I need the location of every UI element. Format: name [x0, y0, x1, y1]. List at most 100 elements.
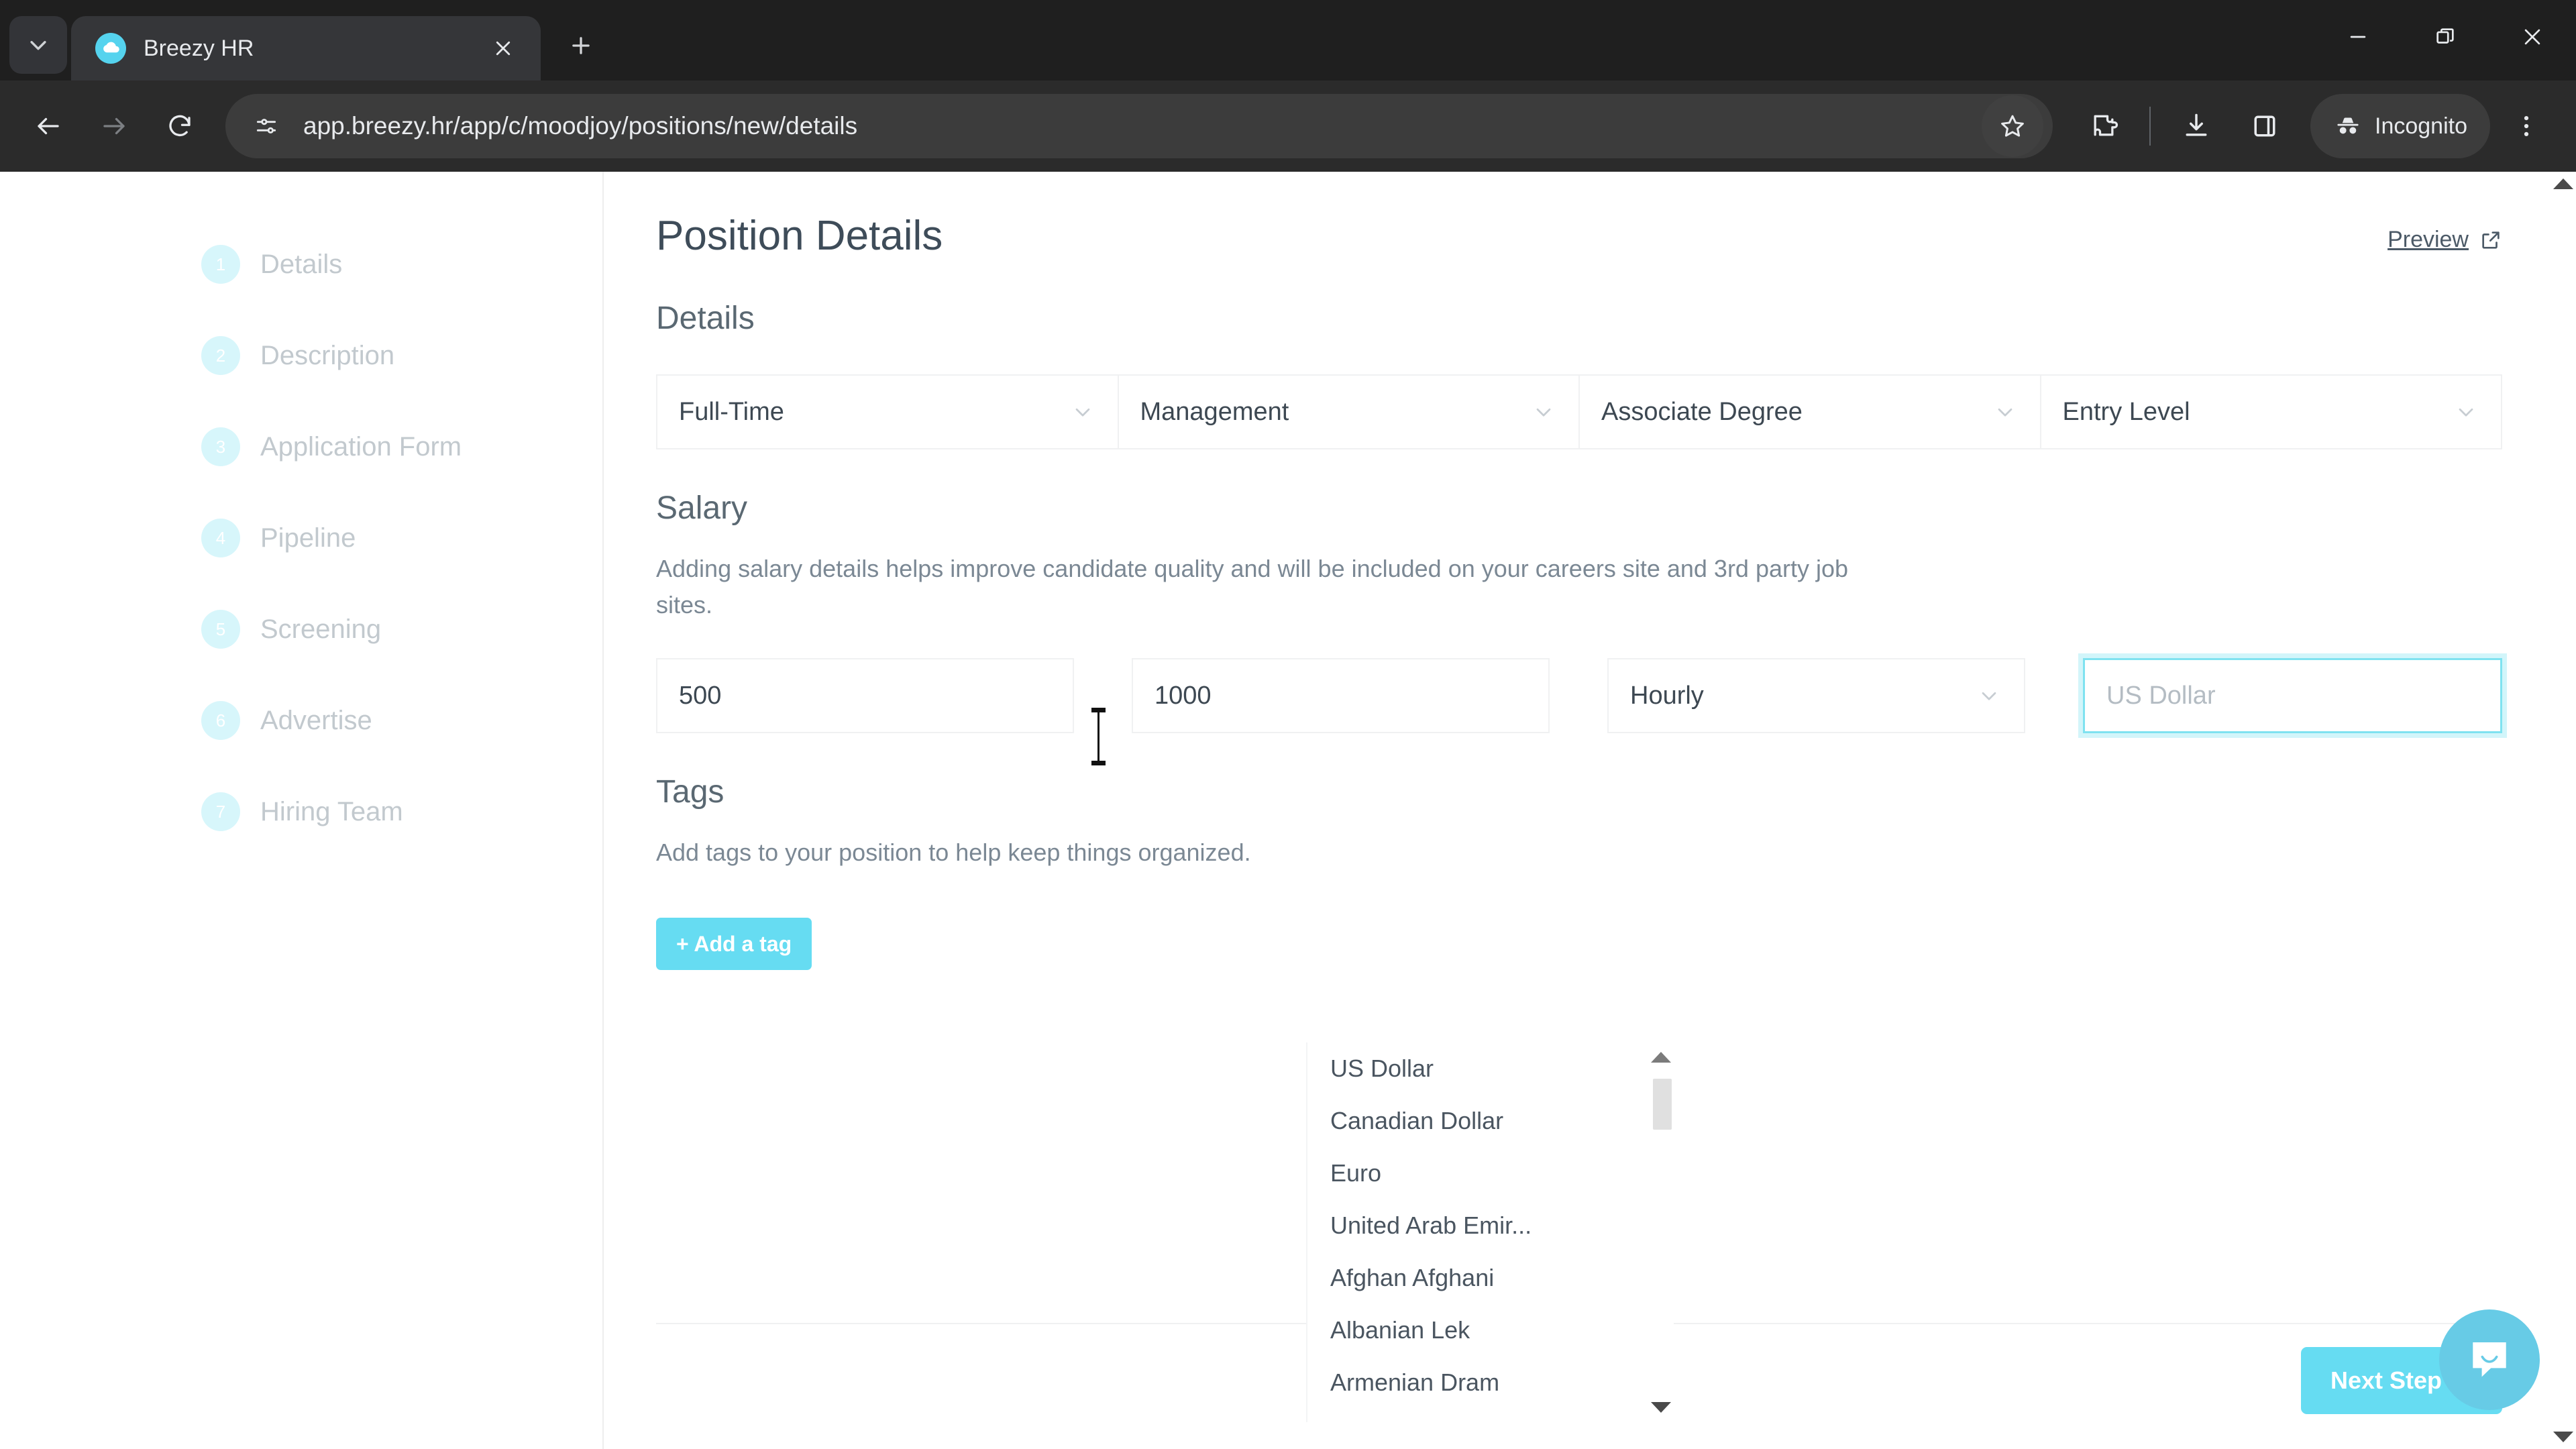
tab-search-button[interactable] [9, 16, 67, 74]
salary-description: Adding salary details helps improve cand… [656, 555, 1849, 619]
bookmark-button[interactable] [1982, 95, 2043, 157]
side-panel-button[interactable] [2233, 94, 2297, 158]
forward-button[interactable] [83, 95, 145, 157]
salary-min-value: 500 [679, 681, 722, 710]
browser-menu-button[interactable] [2494, 94, 2559, 158]
step-label: Details [260, 249, 343, 279]
dropdown-option[interactable]: Argentine Peso [1307, 1409, 1674, 1422]
back-button[interactable] [17, 95, 79, 157]
sidebar-item-advertise[interactable]: 6 Advertise [201, 675, 602, 766]
step-number: 1 [201, 245, 240, 284]
chat-widget-button[interactable] [2439, 1309, 2540, 1410]
downloads-button[interactable] [2164, 94, 2229, 158]
url-text: app.breezy.hr/app/c/moodjoy/positions/ne… [303, 112, 858, 140]
dropdown-option[interactable]: Afghan Afghani [1307, 1252, 1674, 1304]
dropdown-option[interactable]: United Arab Emir... [1307, 1199, 1674, 1252]
text-cursor [1091, 708, 1106, 765]
chevron-down-icon [1998, 408, 2012, 417]
window-restore-button[interactable] [2402, 0, 2489, 74]
tune-icon [256, 119, 276, 133]
sidebar-item-hiring-team[interactable]: 7 Hiring Team [201, 766, 602, 857]
scroll-up-icon[interactable] [2553, 178, 2573, 189]
extensions-button[interactable] [2072, 94, 2136, 158]
page-scrollbar[interactable] [2551, 172, 2576, 1449]
close-icon [496, 41, 511, 56]
step-label: Application Form [260, 431, 462, 462]
select-value: Full-Time [679, 397, 784, 426]
scroll-down-icon[interactable] [1651, 1402, 1671, 1413]
site-info-button[interactable] [246, 105, 287, 147]
new-tab-button[interactable] [555, 20, 606, 71]
sidebar-item-description[interactable]: 2 Description [201, 310, 602, 401]
add-tag-button[interactable]: + Add a tag [656, 918, 812, 970]
step-label: Advertise [260, 705, 372, 735]
education-select[interactable]: Associate Degree [1578, 374, 2040, 449]
window-close-button[interactable] [2489, 0, 2576, 74]
details-heading: Details [656, 301, 755, 336]
browser-toolbar: app.breezy.hr/app/c/moodjoy/positions/ne… [0, 80, 2576, 172]
tags-heading: Tags [656, 774, 724, 810]
sidebar-item-details[interactable]: 1 Details [201, 219, 602, 310]
star-icon [2001, 115, 2024, 137]
chevron-down-icon [1982, 692, 1996, 700]
select-value: Associate Degree [1601, 397, 1803, 426]
preview-link[interactable]: Preview [2387, 227, 2502, 253]
restore-icon [2436, 28, 2454, 44]
reload-button[interactable] [149, 95, 211, 157]
select-value: Entry Level [2062, 397, 2190, 426]
details-select-row: Full-Time Management Associate Degree En… [656, 374, 2502, 449]
scroll-down-icon[interactable] [2553, 1432, 2573, 1442]
dropdown-option[interactable]: Albanian Lek [1307, 1304, 1674, 1356]
currency-dropdown[interactable]: US Dollar Canadian Dollar Euro United Ar… [1306, 1042, 1674, 1422]
dropdown-option[interactable]: Canadian Dollar [1307, 1095, 1674, 1147]
currency-input[interactable]: US Dollar [2083, 658, 2502, 733]
page-title: Position Details [656, 213, 943, 259]
tags-description: Add tags to your position to help keep t… [656, 839, 1251, 866]
tab-strip: Breezy HR [0, 0, 2576, 80]
dropdown-option[interactable]: Euro [1307, 1147, 1674, 1199]
next-step-label: Next Step [2330, 1366, 2442, 1394]
step-number: 2 [201, 336, 240, 375]
employment-type-select[interactable]: Full-Time [656, 374, 1118, 449]
step-label: Pipeline [260, 523, 356, 553]
arrow-left-icon [38, 117, 59, 135]
sidebar-item-application-form[interactable]: 3 Application Form [201, 401, 602, 492]
dropdown-option[interactable]: US Dollar [1307, 1042, 1674, 1095]
salary-period-select[interactable]: Hourly [1607, 658, 2025, 733]
window-controls [2314, 0, 2576, 74]
sidebar-item-screening[interactable]: 5 Screening [201, 584, 602, 675]
tab-close-button[interactable] [484, 30, 522, 67]
category-select[interactable]: Management [1117, 374, 1578, 449]
minimize-icon [2350, 36, 2366, 38]
step-number: 4 [201, 519, 240, 557]
salary-heading: Salary [656, 490, 748, 526]
step-label: Screening [260, 614, 382, 644]
reload-icon [169, 115, 191, 137]
external-link-icon [2482, 231, 2500, 249]
select-value: Management [1140, 397, 1289, 426]
browser-tab[interactable]: Breezy HR [71, 16, 541, 80]
favicon-cloud-icon [95, 33, 126, 64]
currency-placeholder: US Dollar [2106, 681, 2216, 710]
arrow-right-icon [103, 117, 125, 135]
salary-max-value: 1000 [1155, 681, 1212, 710]
step-number: 7 [201, 792, 240, 831]
plus-icon [572, 37, 590, 54]
close-icon [2524, 29, 2540, 45]
sidebar-item-pipeline[interactable]: 4 Pipeline [201, 492, 602, 584]
dropdown-option[interactable]: Armenian Dram [1307, 1356, 1674, 1409]
step-label: Hiring Team [260, 796, 403, 826]
dropdown-scrollbar-thumb[interactable] [1653, 1079, 1672, 1130]
address-bar[interactable]: app.breezy.hr/app/c/moodjoy/positions/ne… [225, 94, 2053, 158]
window-minimize-button[interactable] [2314, 0, 2402, 74]
incognito-badge[interactable]: Incognito [2310, 94, 2490, 158]
step-label: Description [260, 340, 395, 370]
incognito-label: Incognito [2375, 113, 2467, 139]
salary-max-input[interactable]: 1000 [1132, 658, 1550, 733]
salary-min-input[interactable]: 500 [656, 658, 1074, 733]
scroll-up-icon[interactable] [1651, 1052, 1671, 1063]
experience-select[interactable]: Entry Level [2039, 374, 2502, 449]
chat-bubble-icon [2473, 1342, 2506, 1377]
chevron-down-icon [1536, 408, 1551, 417]
download-icon [2186, 113, 2207, 136]
